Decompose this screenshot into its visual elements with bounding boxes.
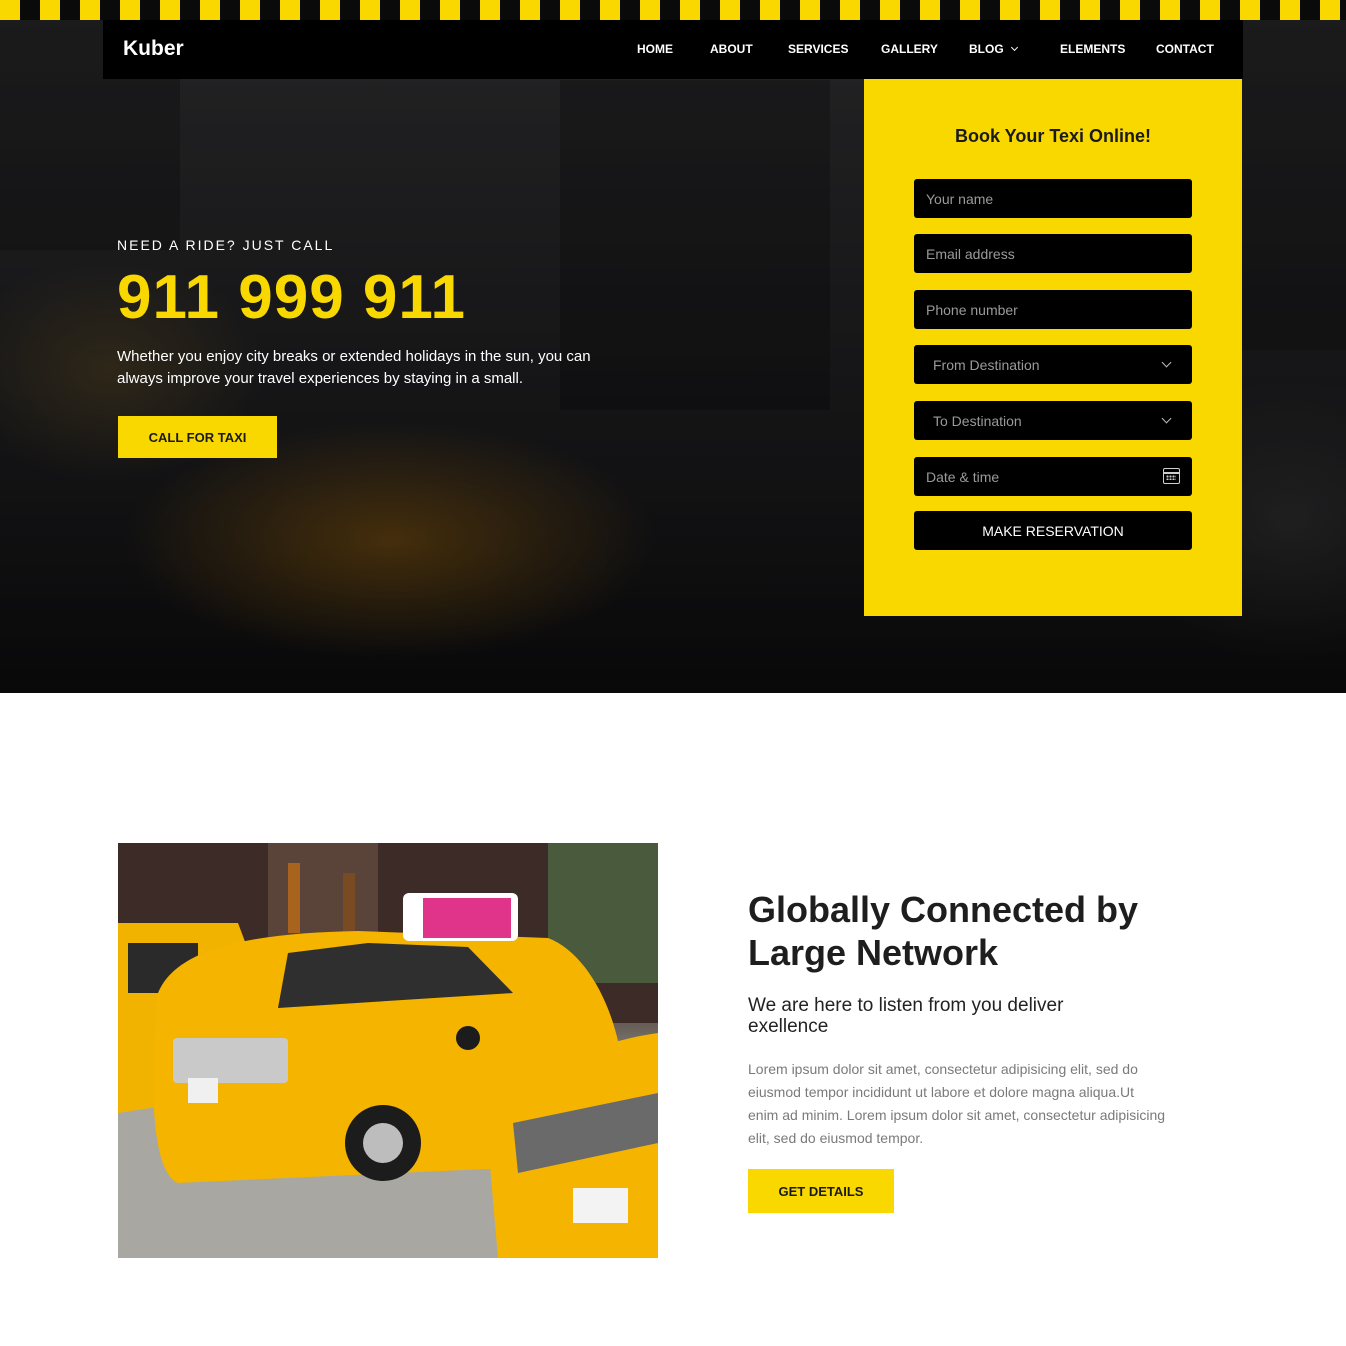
from-destination-value: From Destination — [933, 356, 1040, 373]
nav-blog-label: BLOG — [969, 42, 1004, 56]
taxi-illustration — [118, 843, 658, 1258]
nav-gallery[interactable]: GALLERY — [881, 42, 938, 56]
to-destination-value: To Destination — [933, 412, 1022, 429]
call-for-taxi-button[interactable]: CALL FOR TAXI — [118, 416, 277, 458]
email-placeholder: Email address — [926, 245, 1015, 262]
taxi-photo — [118, 843, 658, 1258]
nav-contact[interactable]: CONTACT — [1156, 42, 1214, 56]
datetime-placeholder: Date & time — [926, 468, 1000, 485]
chevron-down-icon — [1161, 357, 1172, 368]
datetime-input[interactable]: Date & time — [914, 457, 1192, 496]
booking-form: Book Your Texi Online! Your name Email a… — [864, 79, 1242, 616]
about-title: Globally Connected by Large Network — [748, 889, 1139, 973]
make-reservation-button[interactable]: MAKE RESERVATION — [914, 511, 1192, 550]
hero-description: Whether you enjoy city breaks or extende… — [117, 348, 591, 387]
name-input[interactable]: Your name — [914, 179, 1192, 218]
chevron-down-icon — [1010, 43, 1018, 52]
from-destination-select[interactable]: From Destination — [914, 345, 1192, 384]
nav-blog[interactable]: BLOG — [969, 42, 1018, 56]
booking-title: Book Your Texi Online! — [954, 126, 1152, 146]
nav-elements[interactable]: ELEMENTS — [1060, 42, 1125, 56]
to-destination-select[interactable]: To Destination — [914, 401, 1192, 440]
name-placeholder: Your name — [926, 190, 994, 207]
nav-services[interactable]: SERVICES — [788, 42, 848, 56]
navbar: Kuber HOME ABOUT SERVICES GALLERY BLOG E… — [103, 20, 1243, 79]
phone-placeholder: Phone number — [926, 301, 1018, 318]
checker-stripe — [0, 0, 1346, 20]
phone-input[interactable]: Phone number — [914, 290, 1192, 329]
nav-about[interactable]: ABOUT — [710, 42, 753, 56]
calendar-icon[interactable] — [1163, 468, 1180, 484]
about-subtitle: We are here to listen from you deliver e… — [748, 995, 1064, 1037]
hero-phone-number: 911 999 911 — [117, 263, 466, 332]
nav-home[interactable]: HOME — [637, 42, 673, 56]
logo[interactable]: Kuber — [123, 37, 184, 61]
email-input[interactable]: Email address — [914, 234, 1192, 273]
get-details-button[interactable]: GET DETAILS — [748, 1169, 894, 1213]
hero-kicker: NEED A RIDE? JUST CALL — [117, 237, 335, 253]
chevron-down-icon — [1161, 413, 1172, 424]
about-body: Lorem ipsum dolor sit amet, consectetur … — [748, 1061, 1166, 1146]
